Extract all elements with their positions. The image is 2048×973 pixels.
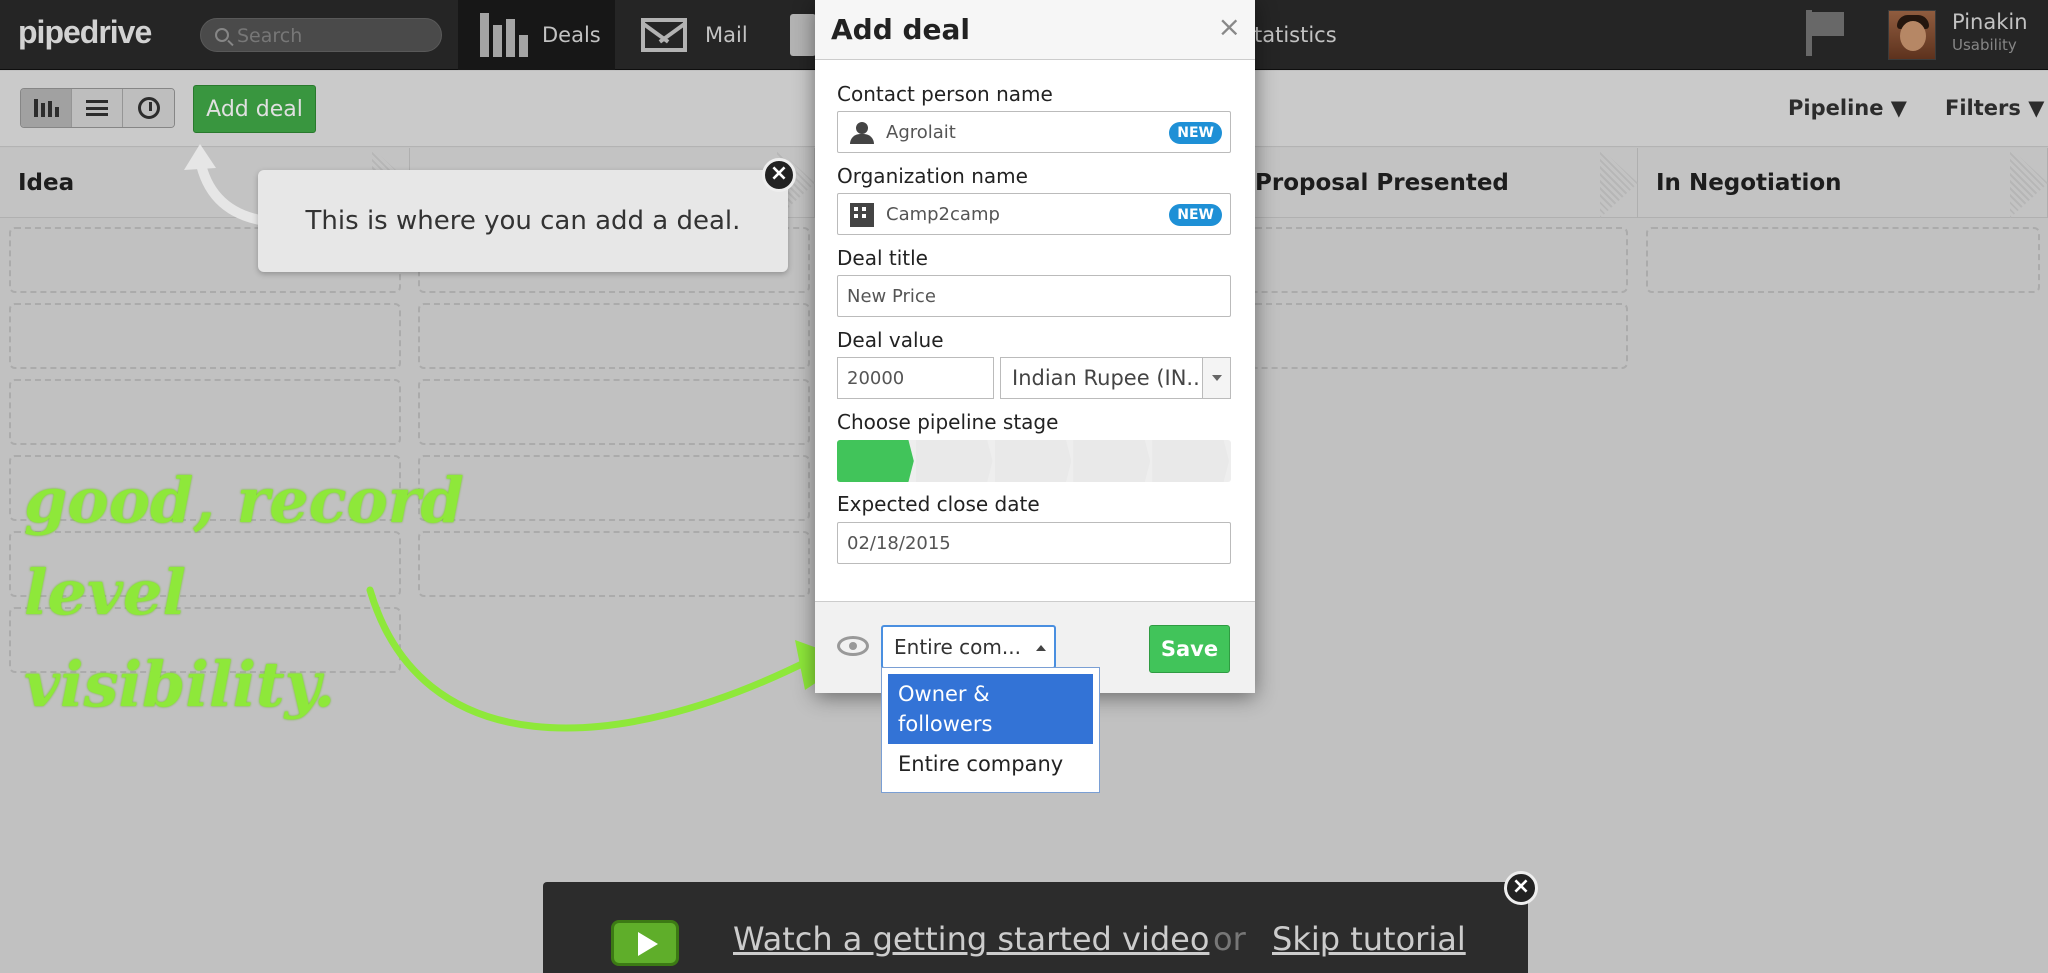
close-date-field[interactable]: 02/18/2015 xyxy=(837,522,1231,564)
modal-title: Add deal xyxy=(831,13,971,46)
play-icon[interactable] xyxy=(611,920,679,966)
modal-header: Add deal × xyxy=(815,0,1255,60)
contact-label: Contact person name xyxy=(837,82,1053,106)
modal-body: Contact person name Agrolait NEW Organiz… xyxy=(815,60,1255,602)
visibility-option-owner[interactable]: Owner & followers xyxy=(888,674,1093,744)
currency-value: Indian Rupee (IN.. xyxy=(1012,366,1200,390)
currency-select[interactable]: Indian Rupee (IN.. xyxy=(1000,357,1231,399)
new-badge: NEW xyxy=(1169,122,1222,144)
add-deal-modal: Add deal × Contact person name Agrolait … xyxy=(815,0,1255,693)
stage-segment[interactable] xyxy=(915,440,993,482)
skip-tutorial-link[interactable]: Skip tutorial xyxy=(1272,920,1466,958)
pipeline-stage-selector xyxy=(837,440,1231,482)
tooltip-close-button[interactable]: × xyxy=(762,158,796,192)
contact-person-value: Agrolait xyxy=(886,121,956,143)
eye-icon xyxy=(837,636,869,656)
close-date-label: Expected close date xyxy=(837,492,1040,516)
organization-value: Camp2camp xyxy=(886,203,1000,225)
or-text: or xyxy=(1213,920,1246,958)
stage-segment[interactable] xyxy=(1152,440,1229,482)
save-button[interactable]: Save xyxy=(1149,625,1230,673)
deal-value-label: Deal value xyxy=(837,328,944,352)
deal-title-field[interactable]: New Price xyxy=(837,275,1231,317)
person-icon xyxy=(850,122,874,144)
building-icon xyxy=(850,203,874,227)
deal-title-label: Deal title xyxy=(837,246,928,270)
tutorial-close-button[interactable]: × xyxy=(1504,871,1538,905)
watch-video-link[interactable]: Watch a getting started video xyxy=(733,920,1209,958)
visibility-select[interactable]: Entire com... xyxy=(881,625,1056,669)
organization-field[interactable]: Camp2camp NEW xyxy=(837,193,1231,235)
deal-value-field[interactable]: 20000 xyxy=(837,357,994,399)
pipeline-stage-label: Choose pipeline stage xyxy=(837,410,1059,434)
stage-segment[interactable] xyxy=(837,440,914,482)
stage-segment[interactable] xyxy=(1073,440,1151,482)
tutorial-bar: Watch a getting started video or Skip tu… xyxy=(543,882,1528,973)
visibility-option-company[interactable]: Entire company xyxy=(888,744,1093,784)
new-badge: NEW xyxy=(1169,204,1222,226)
close-icon[interactable]: × xyxy=(1218,10,1241,43)
chevron-down-icon[interactable] xyxy=(1202,358,1230,398)
organization-label: Organization name xyxy=(837,164,1028,188)
visibility-options: Owner & followers Entire company xyxy=(881,667,1100,793)
contact-person-field[interactable]: Agrolait NEW xyxy=(837,111,1231,153)
add-deal-tooltip: This is where you can add a deal. xyxy=(258,170,788,272)
stage-segment[interactable] xyxy=(994,440,1072,482)
annotation-arrow xyxy=(366,586,840,732)
